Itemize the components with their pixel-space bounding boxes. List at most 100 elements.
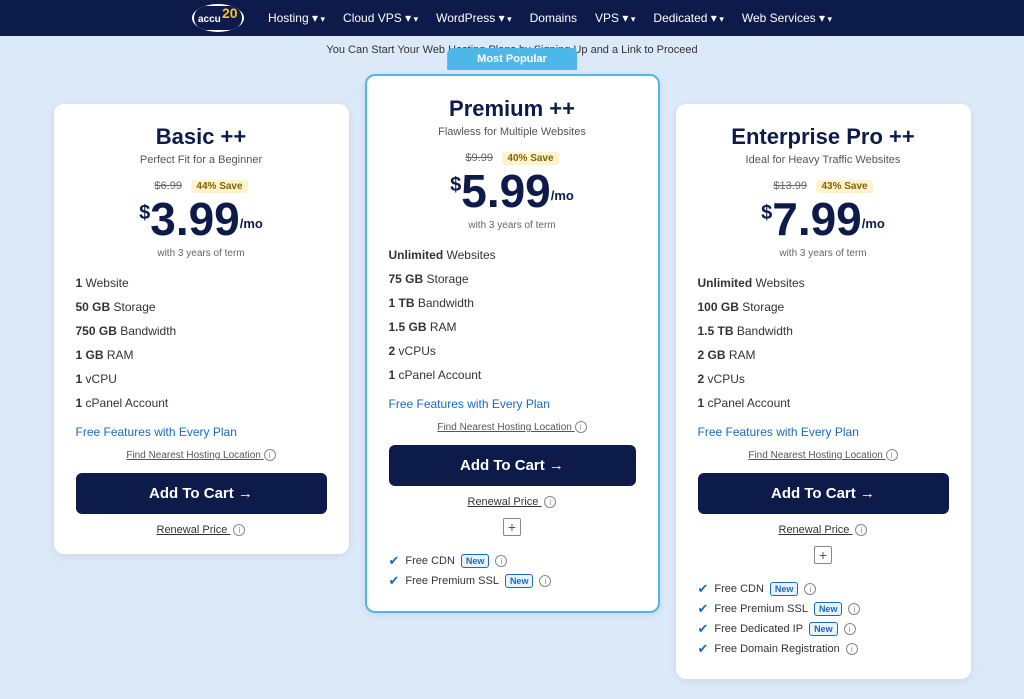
- enterprise-free-features-link[interactable]: Free Features with Every Plan: [698, 425, 949, 439]
- svg-text:20: 20: [222, 6, 238, 21]
- list-item: 1 TB Bandwidth: [389, 291, 636, 315]
- basic-price-term: with 3 years of term: [76, 248, 327, 259]
- basic-dollar: $: [139, 202, 150, 225]
- list-item: 2 vCPUs: [389, 339, 636, 363]
- nav-item-vps[interactable]: VPS ▾: [595, 9, 635, 27]
- premium-save-badge: 40% Save: [502, 152, 558, 165]
- premium-pricing: $9.99 40% Save $ 5.99 /mo: [389, 148, 636, 214]
- card-basic: Basic ++ Perfect Fit for a Beginner $6.9…: [54, 104, 349, 554]
- enterprise-hosting-location[interactable]: Find Nearest Hosting Location i: [698, 449, 949, 461]
- expand-icon[interactable]: +: [503, 518, 521, 536]
- basic-free-features-link[interactable]: Free Features with Every Plan: [76, 425, 327, 439]
- enterprise-features: Unlimited Websites 100 GB Storage 1.5 TB…: [698, 271, 949, 415]
- list-item: 1.5 TB Bandwidth: [698, 319, 949, 343]
- list-item: ✔ Free Premium SSL New i: [389, 573, 636, 589]
- list-item: ✔ Free Premium SSL New i: [698, 601, 949, 617]
- nav-item-domains[interactable]: Domains: [530, 9, 577, 27]
- enterprise-original-price: $13.99: [773, 180, 807, 192]
- list-item: 1 cPanel Account: [389, 363, 636, 387]
- expand-icon[interactable]: +: [814, 546, 832, 564]
- nav-item-wordpress[interactable]: WordPress ▾: [436, 9, 512, 27]
- enterprise-add-to-cart[interactable]: Add To Cart →: [698, 473, 949, 514]
- basic-price-suffix: /mo: [240, 216, 263, 231]
- premium-current-price-row: $ 5.99 /mo: [389, 168, 636, 214]
- card-premium: Most Popular Premium ++ Flawless for Mul…: [365, 74, 660, 613]
- enterprise-renewal-info-icon[interactable]: i: [855, 524, 867, 536]
- list-item: 750 GB Bandwidth: [76, 319, 327, 343]
- list-item: Unlimited Websites: [389, 243, 636, 267]
- nav-item-hosting[interactable]: Hosting ▾: [268, 9, 325, 27]
- enterprise-pricing: $13.99 43% Save $ 7.99 /mo: [698, 176, 949, 242]
- new-badge: New: [505, 574, 534, 588]
- check-icon: ✔: [698, 641, 709, 657]
- list-item: ✔ Free CDN New i: [698, 581, 949, 597]
- premium-expand[interactable]: +: [389, 518, 636, 537]
- list-item: 50 GB Storage: [76, 295, 327, 319]
- list-item: 1 cPanel Account: [698, 391, 949, 415]
- premium-price-main: 5.99: [461, 168, 551, 214]
- basic-info-icon[interactable]: i: [264, 449, 276, 461]
- pricing-section: Basic ++ Perfect Fit for a Beginner $6.9…: [0, 64, 1024, 699]
- check-icon: ✔: [389, 573, 400, 589]
- basic-subtitle: Perfect Fit for a Beginner: [76, 154, 327, 166]
- new-badge: New: [814, 602, 843, 616]
- list-item: 1 Website: [76, 271, 327, 295]
- nav-item-webservices[interactable]: Web Services ▾: [742, 9, 832, 27]
- info-icon[interactable]: i: [846, 643, 858, 655]
- premium-add-to-cart[interactable]: Add To Cart →: [389, 445, 636, 486]
- info-icon[interactable]: i: [804, 583, 816, 595]
- list-item: ✔ Free Dedicated IP New i: [698, 621, 949, 637]
- card-enterprise: Enterprise Pro ++ Ideal for Heavy Traffi…: [676, 104, 971, 679]
- list-item: 1 cPanel Account: [76, 391, 327, 415]
- enterprise-expand[interactable]: +: [698, 546, 949, 565]
- list-item: 1 vCPU: [76, 367, 327, 391]
- basic-current-price-row: $ 3.99 /mo: [76, 196, 327, 242]
- list-item: 1.5 GB RAM: [389, 315, 636, 339]
- new-badge: New: [770, 582, 799, 596]
- basic-add-to-cart[interactable]: Add To Cart →: [76, 473, 327, 514]
- navbar: accu 20 Hosting ▾ Cloud VPS ▾ WordPress …: [0, 0, 1024, 36]
- enterprise-renewal-price[interactable]: Renewal Price i: [698, 524, 949, 536]
- basic-renewal-info-icon[interactable]: i: [233, 524, 245, 536]
- list-item: ✔ Free CDN New i: [389, 553, 636, 569]
- list-item: ✔ Free Domain Registration i: [698, 641, 949, 657]
- basic-hosting-location[interactable]: Find Nearest Hosting Location i: [76, 449, 327, 461]
- new-badge: New: [461, 554, 490, 568]
- nav-item-cloud[interactable]: Cloud VPS ▾: [343, 9, 418, 27]
- premium-hosting-location[interactable]: Find Nearest Hosting Location i: [389, 421, 636, 433]
- nav-item-dedicated[interactable]: Dedicated ▾: [653, 9, 723, 27]
- premium-features: Unlimited Websites 75 GB Storage 1 TB Ba…: [389, 243, 636, 387]
- premium-price-term: with 3 years of term: [389, 220, 636, 231]
- premium-title: Premium ++: [389, 96, 636, 122]
- svg-text:accu: accu: [198, 14, 221, 25]
- info-icon[interactable]: i: [848, 603, 860, 615]
- list-item: 100 GB Storage: [698, 295, 949, 319]
- nav-menu: Hosting ▾ Cloud VPS ▾ WordPress ▾ Domain…: [268, 9, 832, 27]
- premium-info-icon[interactable]: i: [575, 421, 587, 433]
- basic-renewal-price[interactable]: Renewal Price i: [76, 524, 327, 536]
- enterprise-price-term: with 3 years of term: [698, 248, 949, 259]
- check-icon: ✔: [698, 601, 709, 617]
- enterprise-subtitle: Ideal for Heavy Traffic Websites: [698, 154, 949, 166]
- check-icon: ✔: [698, 621, 709, 637]
- enterprise-info-icon[interactable]: i: [886, 449, 898, 461]
- premium-renewal-info-icon[interactable]: i: [544, 496, 556, 508]
- premium-free-features-section: ✔ Free CDN New i ✔ Free Premium SSL New …: [389, 545, 636, 589]
- info-icon[interactable]: i: [844, 623, 856, 635]
- most-popular-badge: Most Popular: [447, 48, 577, 70]
- info-icon[interactable]: i: [495, 555, 507, 567]
- basic-price-main: 3.99: [150, 196, 240, 242]
- enterprise-free-features-section: ✔ Free CDN New i ✔ Free Premium SSL New …: [698, 573, 949, 657]
- enterprise-price-main: 7.99: [772, 196, 862, 242]
- enterprise-current-price-row: $ 7.99 /mo: [698, 196, 949, 242]
- basic-save-badge: 44% Save: [191, 180, 247, 193]
- list-item: 2 vCPUs: [698, 367, 949, 391]
- new-badge: New: [809, 622, 838, 636]
- basic-features: 1 Website 50 GB Storage 750 GB Bandwidth…: [76, 271, 327, 415]
- info-icon[interactable]: i: [539, 575, 551, 587]
- basic-pricing: $6.99 44% Save $ 3.99 /mo: [76, 176, 327, 242]
- basic-original-price: $6.99: [154, 180, 182, 192]
- premium-renewal-price[interactable]: Renewal Price i: [389, 496, 636, 508]
- logo[interactable]: accu 20: [192, 4, 244, 32]
- premium-free-features-link[interactable]: Free Features with Every Plan: [389, 397, 636, 411]
